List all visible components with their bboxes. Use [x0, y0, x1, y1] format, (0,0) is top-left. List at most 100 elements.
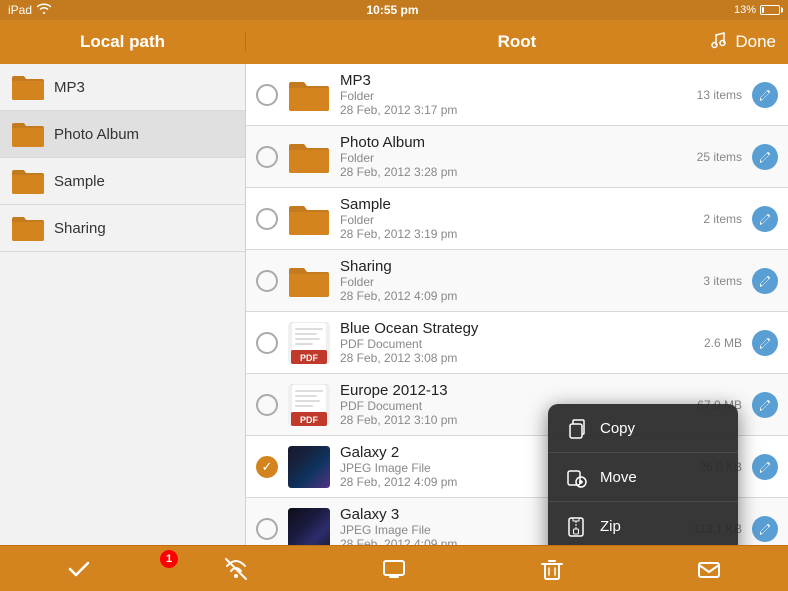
music-icon: [710, 31, 728, 54]
main-content: MP3 Photo Album Sample: [0, 64, 788, 545]
bottom-toolbar: 1: [0, 545, 788, 591]
edit-btn-mp3[interactable]: [752, 82, 778, 108]
zip-icon: [564, 514, 588, 538]
folder-thumb-sample: [288, 198, 330, 240]
header: Local path Root Done: [0, 20, 788, 64]
file-size-mp3: 13 items: [697, 88, 742, 102]
file-item-blue-ocean[interactable]: PDF Blue Ocean Strategy PDF Document 28 …: [246, 312, 788, 374]
file-item-sharing[interactable]: Sharing Folder 28 Feb, 2012 4:09 pm 3 it…: [246, 250, 788, 312]
folder-icon: [12, 168, 44, 194]
file-size-sample: 2 items: [703, 212, 742, 226]
battery-percent: 13%: [734, 4, 756, 16]
header-local-path: Local path: [0, 32, 246, 52]
toolbar-mail-btn[interactable]: [684, 549, 734, 589]
radio-sharing[interactable]: [256, 270, 278, 292]
context-menu-zip[interactable]: Zip: [548, 502, 738, 545]
file-name-europe: Europe 2012-13: [340, 382, 687, 399]
edit-btn-galaxy3[interactable]: [752, 516, 778, 542]
wifi-icon: [37, 3, 51, 17]
file-date-mp3: 28 Feb, 2012 3:17 pm: [340, 103, 687, 117]
file-name-sample: Sample: [340, 196, 693, 213]
edit-btn-galaxy2[interactable]: [752, 454, 778, 480]
edit-btn-blue-ocean[interactable]: [752, 330, 778, 356]
context-move-label: Move: [600, 469, 637, 486]
status-left: iPad: [8, 3, 51, 17]
edit-btn-sharing[interactable]: [752, 268, 778, 294]
sidebar-item-sample[interactable]: Sample: [0, 158, 245, 205]
radio-mp3[interactable]: [256, 84, 278, 106]
edit-btn-europe[interactable]: [752, 392, 778, 418]
toolbar-trash-btn[interactable]: [527, 549, 577, 589]
status-time: 10:55 pm: [366, 3, 418, 17]
sidebar-item-sharing[interactable]: Sharing: [0, 205, 245, 252]
file-type-sharing: Folder: [340, 275, 693, 289]
sidebar-item-mp3[interactable]: MP3: [0, 64, 245, 111]
context-menu-copy[interactable]: Copy: [548, 404, 738, 453]
radio-photo-album[interactable]: [256, 146, 278, 168]
badge: 1: [160, 550, 178, 568]
carrier-label: iPad: [8, 3, 32, 17]
file-name-blue-ocean: Blue Ocean Strategy: [340, 320, 694, 337]
sidebar-sharing-label: Sharing: [54, 220, 106, 237]
file-item-photo-album[interactable]: Photo Album Folder 28 Feb, 2012 3:28 pm …: [246, 126, 788, 188]
done-button[interactable]: Done: [735, 32, 776, 52]
file-info-photo-album: Photo Album Folder 28 Feb, 2012 3:28 pm: [340, 134, 687, 179]
file-item-mp3[interactable]: MP3 Folder 28 Feb, 2012 3:17 pm 13 items: [246, 64, 788, 126]
edit-btn-sample[interactable]: [752, 206, 778, 232]
radio-blue-ocean[interactable]: [256, 332, 278, 354]
context-zip-label: Zip: [600, 518, 621, 535]
file-info-blue-ocean: Blue Ocean Strategy PDF Document 28 Feb,…: [340, 320, 694, 365]
svg-text:PDF: PDF: [300, 353, 319, 363]
file-name-sharing: Sharing: [340, 258, 693, 275]
edit-btn-photo-album[interactable]: [752, 144, 778, 170]
file-size-sharing: 3 items: [703, 274, 742, 288]
header-root: Root Done: [246, 32, 788, 52]
folder-thumb-sharing: [288, 260, 330, 302]
radio-europe[interactable]: [256, 394, 278, 416]
file-date-sharing: 28 Feb, 2012 4:09 pm: [340, 289, 693, 303]
toolbar-checkmark-btn[interactable]: [54, 549, 104, 589]
folder-icon: [12, 74, 44, 100]
toolbar-screen-btn[interactable]: [369, 549, 419, 589]
svg-text:PDF: PDF: [300, 415, 319, 425]
status-bar: iPad 10:55 pm 13%: [0, 0, 788, 20]
file-type-mp3: Folder: [340, 89, 687, 103]
file-item-sample[interactable]: Sample Folder 28 Feb, 2012 3:19 pm 2 ite…: [246, 188, 788, 250]
file-date-sample: 28 Feb, 2012 3:19 pm: [340, 227, 693, 241]
context-menu-move[interactable]: Move: [548, 453, 738, 502]
move-icon: [564, 465, 588, 489]
file-size-photo-album: 25 items: [697, 150, 742, 164]
folder-icon: [12, 215, 44, 241]
file-info-sharing: Sharing Folder 28 Feb, 2012 4:09 pm: [340, 258, 693, 303]
sidebar-mp3-label: MP3: [54, 79, 85, 96]
thumb-galaxy2: [288, 446, 330, 488]
status-right: 13%: [734, 4, 780, 16]
radio-galaxy2[interactable]: [256, 456, 278, 478]
file-info-sample: Sample Folder 28 Feb, 2012 3:19 pm: [340, 196, 693, 241]
context-menu: Copy Move: [548, 404, 738, 545]
file-type-photo-album: Folder: [340, 151, 687, 165]
folder-thumb-mp3: [288, 74, 330, 116]
context-copy-label: Copy: [600, 420, 635, 437]
sidebar-item-photo-album[interactable]: Photo Album: [0, 111, 245, 158]
file-name-mp3: MP3: [340, 72, 687, 89]
pdf-thumb-europe: PDF: [288, 384, 330, 426]
file-type-sample: Folder: [340, 213, 693, 227]
file-size-blue-ocean: 2.6 MB: [704, 336, 742, 350]
file-list: MP3 Folder 28 Feb, 2012 3:17 pm 13 items: [246, 64, 788, 545]
file-date-blue-ocean: 28 Feb, 2012 3:08 pm: [340, 351, 694, 365]
thumb-galaxy3: [288, 508, 330, 546]
folder-icon: [12, 121, 44, 147]
file-date-photo-album: 28 Feb, 2012 3:28 pm: [340, 165, 687, 179]
sidebar: MP3 Photo Album Sample: [0, 64, 246, 545]
file-info-mp3: MP3 Folder 28 Feb, 2012 3:17 pm: [340, 72, 687, 117]
radio-sample[interactable]: [256, 208, 278, 230]
copy-icon: [564, 416, 588, 440]
toolbar-no-wifi-btn[interactable]: [211, 549, 261, 589]
file-type-blue-ocean: PDF Document: [340, 337, 694, 351]
pdf-thumb-blue-ocean: PDF: [288, 322, 330, 364]
battery-icon: [760, 5, 780, 15]
sidebar-sample-label: Sample: [54, 173, 105, 190]
radio-galaxy3[interactable]: [256, 518, 278, 540]
folder-thumb-photo: [288, 136, 330, 178]
